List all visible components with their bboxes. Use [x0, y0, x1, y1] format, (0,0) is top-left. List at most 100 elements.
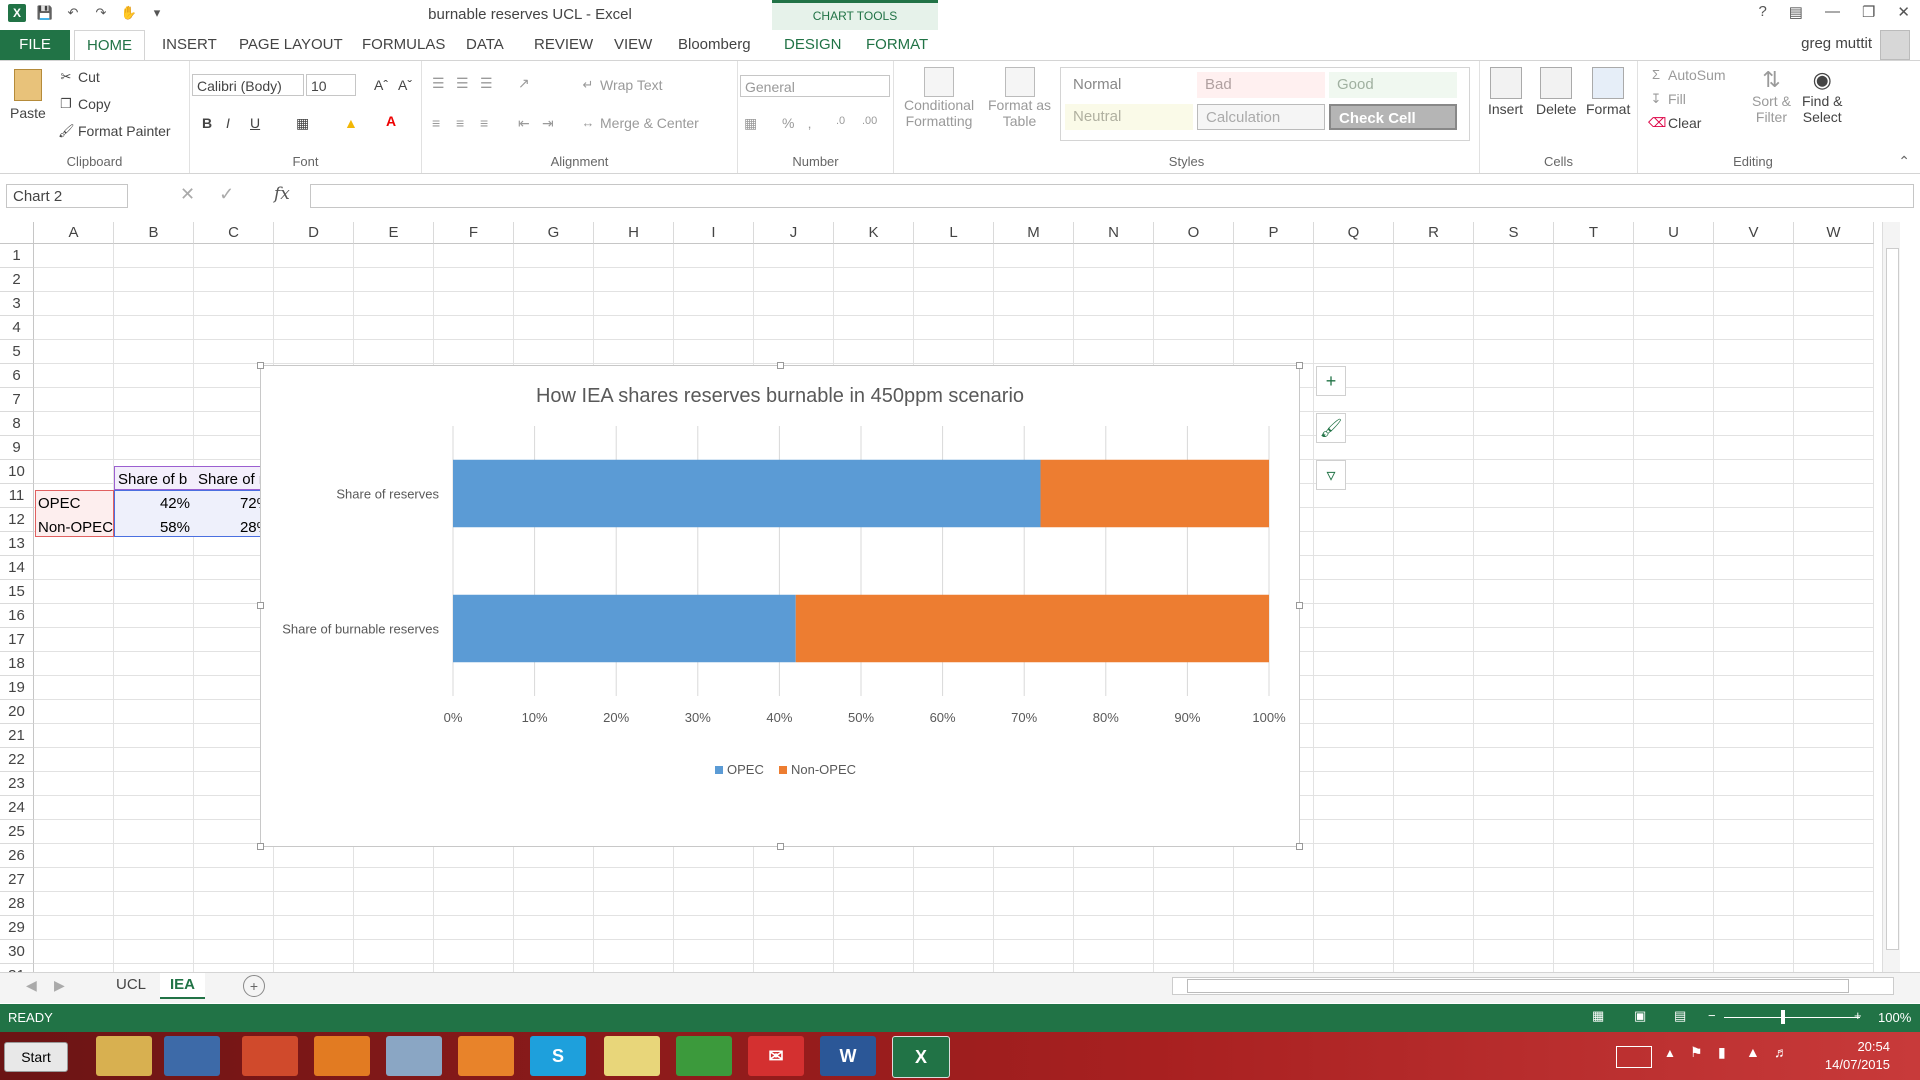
row-header[interactable]: 14: [0, 556, 34, 580]
row-header[interactable]: 11: [0, 484, 34, 508]
row-header[interactable]: 19: [0, 676, 34, 700]
tab-bloomberg[interactable]: Bloomberg: [666, 30, 763, 60]
decrease-indent-icon[interactable]: ⇤: [518, 115, 530, 132]
column-header[interactable]: T: [1554, 222, 1634, 244]
firefox-icon[interactable]: [314, 1036, 370, 1076]
enter-icon[interactable]: ✓: [219, 184, 234, 205]
scroll-sheets-right-icon[interactable]: ▶: [54, 977, 65, 994]
row-header[interactable]: 5: [0, 340, 34, 364]
keyboard-icon[interactable]: [1616, 1046, 1652, 1068]
row-header[interactable]: 21: [0, 724, 34, 748]
comma-style-icon[interactable]: ‚: [808, 115, 811, 131]
excel-icon[interactable]: X: [892, 1036, 950, 1078]
horizontal-scroll-thumb[interactable]: [1187, 979, 1849, 993]
chrome-icon[interactable]: [242, 1036, 298, 1076]
cell-B4[interactable]: 58%: [114, 516, 190, 539]
row-header[interactable]: 8: [0, 412, 34, 436]
sheet-tab-iea[interactable]: IEA: [160, 973, 206, 999]
number-format-select[interactable]: General: [740, 75, 890, 97]
font-color-icon[interactable]: A: [386, 113, 396, 129]
cancel-icon[interactable]: ✕: [180, 184, 195, 205]
row-header[interactable]: 1: [0, 244, 34, 268]
column-header[interactable]: M: [994, 222, 1074, 244]
cell-B3[interactable]: 42%: [114, 492, 190, 515]
fill-color-icon[interactable]: ▲: [344, 115, 358, 131]
underline-button[interactable]: U: [250, 115, 260, 131]
battery-icon[interactable]: ▮: [1718, 1044, 1726, 1061]
middle-align-icon[interactable]: ☰: [456, 75, 469, 92]
conditional-formatting-button[interactable]: Conditional Formatting: [904, 67, 974, 129]
tab-view[interactable]: VIEW: [602, 30, 664, 60]
row-header[interactable]: 25: [0, 820, 34, 844]
chart-elements-button[interactable]: +: [1316, 366, 1346, 396]
style-check-cell[interactable]: Check Cell: [1329, 104, 1457, 130]
minimize-icon[interactable]: —: [1825, 3, 1840, 21]
start-button[interactable]: Start: [4, 1042, 68, 1072]
style-calculation[interactable]: Calculation: [1197, 104, 1325, 130]
column-header[interactable]: E: [354, 222, 434, 244]
avatar[interactable]: [1880, 30, 1910, 60]
new-sheet-button[interactable]: +: [243, 975, 265, 997]
horizontal-scrollbar[interactable]: [1172, 977, 1894, 995]
zoom-slider-thumb[interactable]: [1781, 1010, 1785, 1024]
row-header[interactable]: 22: [0, 748, 34, 772]
column-header[interactable]: W: [1794, 222, 1874, 244]
resize-handle-sw[interactable]: [257, 843, 264, 850]
file-explorer-icon[interactable]: [96, 1036, 152, 1076]
cell-C4[interactable]: 28%: [194, 516, 270, 539]
normal-view-icon[interactable]: ▦: [1592, 1008, 1604, 1024]
column-header[interactable]: A: [34, 222, 114, 244]
copy-button[interactable]: ❐ Copy: [58, 96, 111, 112]
column-header[interactable]: C: [194, 222, 274, 244]
font-name-select[interactable]: Calibri (Body): [192, 74, 304, 96]
cell-C3[interactable]: 72%: [194, 492, 270, 515]
bottom-align-icon[interactable]: ☰: [480, 75, 493, 92]
row-header[interactable]: 27: [0, 868, 34, 892]
row-header[interactable]: 30: [0, 940, 34, 964]
tab-file[interactable]: FILE: [0, 30, 70, 60]
vertical-scrollbar[interactable]: [1882, 222, 1900, 972]
cell-A3[interactable]: OPEC: [38, 492, 114, 515]
resize-handle-nw[interactable]: [257, 362, 264, 369]
style-neutral[interactable]: Neutral: [1065, 104, 1193, 130]
align-left-icon[interactable]: ≡: [432, 115, 440, 131]
row-header[interactable]: 23: [0, 772, 34, 796]
column-header[interactable]: N: [1074, 222, 1154, 244]
align-center-icon[interactable]: ≡: [456, 115, 464, 131]
sticky-notes-icon[interactable]: [604, 1036, 660, 1076]
cell-A4[interactable]: Non-OPEC: [38, 516, 114, 539]
zoom-out-icon[interactable]: −: [1708, 1008, 1716, 1023]
resize-handle-n[interactable]: [777, 362, 784, 369]
align-right-icon[interactable]: ≡: [480, 115, 488, 131]
restore-icon[interactable]: ❐: [1862, 3, 1875, 21]
accounting-format-icon[interactable]: ▦: [744, 115, 757, 132]
column-header[interactable]: J: [754, 222, 834, 244]
tab-formulas[interactable]: FORMULAS: [350, 30, 457, 60]
style-good[interactable]: Good: [1329, 72, 1457, 98]
style-normal[interactable]: Normal: [1065, 72, 1193, 98]
scroll-sheets-left-icon[interactable]: ◀: [26, 977, 37, 994]
wrap-text-button[interactable]: ↵ Wrap Text: [580, 77, 663, 93]
row-header[interactable]: 7: [0, 388, 34, 412]
row-header[interactable]: 24: [0, 796, 34, 820]
row-header[interactable]: 18: [0, 652, 34, 676]
skype-icon[interactable]: S: [530, 1036, 586, 1076]
help-icon[interactable]: ?: [1758, 3, 1766, 21]
column-header[interactable]: O: [1154, 222, 1234, 244]
tab-page-layout[interactable]: PAGE LAYOUT: [227, 30, 355, 60]
column-header[interactable]: U: [1634, 222, 1714, 244]
insert-cells-button[interactable]: Insert: [1488, 67, 1523, 117]
fill-button[interactable]: ↧ Fill: [1648, 91, 1686, 107]
user-name[interactable]: greg muttit: [1801, 35, 1872, 52]
row-header[interactable]: 2: [0, 268, 34, 292]
row-header[interactable]: 28: [0, 892, 34, 916]
insert-function-button[interactable]: fx: [274, 184, 290, 204]
chart-styles-button[interactable]: 🖌: [1316, 413, 1346, 443]
row-header[interactable]: 9: [0, 436, 34, 460]
resize-handle-w[interactable]: [257, 602, 264, 609]
percent-style-button[interactable]: %: [782, 115, 794, 131]
column-header[interactable]: I: [674, 222, 754, 244]
column-header[interactable]: K: [834, 222, 914, 244]
tab-design[interactable]: DESIGN: [772, 30, 854, 60]
merge-center-button[interactable]: ↔ Merge & Center: [580, 115, 699, 131]
